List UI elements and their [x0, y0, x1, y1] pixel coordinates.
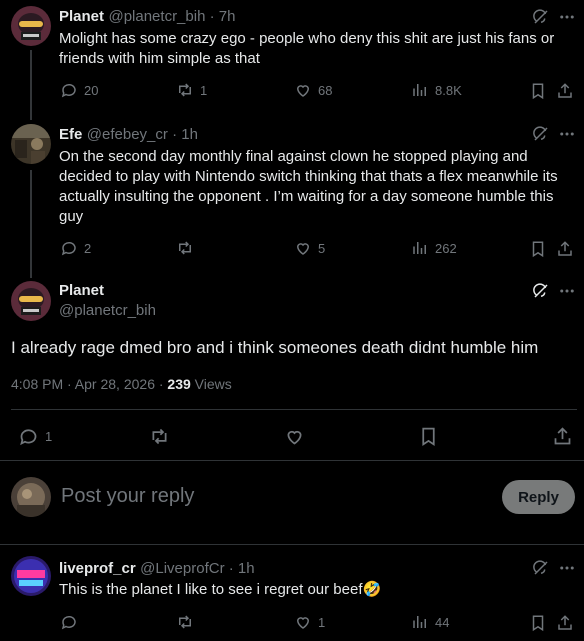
- author-name[interactable]: Planet: [59, 282, 104, 299]
- views-icon: [413, 84, 426, 96]
- post-text-wrapper: This is the planet I like to see i regre…: [59, 580, 569, 600]
- reply-input[interactable]: Post your reply: [61, 485, 194, 508]
- retweet-icon: [179, 241, 191, 255]
- reply-count: 1: [45, 429, 53, 444]
- retweet-count: 1: [200, 82, 208, 98]
- retweet-button[interactable]: [176, 613, 194, 631]
- reply-icon: [61, 615, 76, 630]
- author-name[interactable]: Planet: [59, 8, 104, 25]
- reply-count: 2: [84, 240, 92, 256]
- views-count: 8.8K: [435, 82, 462, 98]
- like-icon: [296, 243, 310, 255]
- post-text: I already rage dmed bro and i think some…: [11, 338, 539, 357]
- like-button[interactable]: 68: [294, 81, 332, 99]
- like-button[interactable]: 1: [294, 613, 325, 631]
- separator-dot: ·: [205, 8, 219, 25]
- post-time[interactable]: 7h: [219, 8, 236, 25]
- tweet-header: Planet @planetcr_bih · 7h: [59, 8, 235, 26]
- author-handle[interactable]: @planetcr_bih: [59, 302, 156, 319]
- like-count: 1: [318, 614, 326, 630]
- share-icon[interactable]: [555, 239, 575, 259]
- retweet-icon[interactable]: [148, 425, 170, 447]
- tweet-header: liveprof_cr @LiveprofCr · 1h: [59, 560, 255, 578]
- reply-button[interactable]: 1: [18, 426, 52, 447]
- post-text: Molight has some crazy ego - people who …: [59, 30, 555, 67]
- views-count: 44: [435, 614, 450, 630]
- divider: [0, 460, 584, 461]
- author-name[interactable]: liveprof_cr: [59, 560, 136, 577]
- more-icon[interactable]: [557, 281, 577, 301]
- bookmark-icon[interactable]: [417, 425, 439, 447]
- more-icon[interactable]: [557, 558, 577, 578]
- like-icon: [296, 85, 310, 97]
- like-icon[interactable]: [283, 425, 305, 447]
- avatar[interactable]: [11, 281, 51, 321]
- grok-icon[interactable]: [531, 7, 551, 27]
- post-text: This is the planet I like to see i regre…: [59, 581, 363, 598]
- views-label: Views: [190, 376, 232, 392]
- thread-line-1: [30, 50, 32, 120]
- like-icon: [296, 617, 310, 629]
- share-icon[interactable]: [555, 81, 575, 101]
- reply-icon: [61, 83, 76, 98]
- retweet-button[interactable]: [176, 239, 194, 257]
- bookmark-icon[interactable]: [528, 239, 548, 259]
- reply-button[interactable]: [60, 613, 78, 631]
- more-icon[interactable]: [557, 124, 577, 144]
- separator-dot: ·: [224, 560, 238, 577]
- author-name[interactable]: Efe: [59, 126, 82, 143]
- thread-line-2: [30, 170, 32, 278]
- reply-icon: [20, 429, 37, 446]
- views-icon: [413, 616, 426, 628]
- author-handle[interactable]: @LiveprofCr: [140, 560, 224, 577]
- avatar[interactable]: [11, 556, 51, 596]
- like-count: 5: [318, 240, 326, 256]
- reply-icon: [61, 241, 76, 256]
- bookmark-icon[interactable]: [528, 81, 548, 101]
- more-icon[interactable]: [557, 7, 577, 27]
- views-button[interactable]: 8.8K: [411, 81, 462, 99]
- retweet-button[interactable]: 1: [176, 81, 207, 99]
- author-handle[interactable]: @efebey_cr: [87, 126, 168, 143]
- views-icon: [413, 242, 426, 254]
- reply-button-label: Reply: [518, 488, 559, 506]
- grok-icon[interactable]: [531, 281, 551, 301]
- post-time[interactable]: 1h: [238, 560, 255, 577]
- reply-count: 20: [84, 82, 99, 98]
- share-icon[interactable]: [551, 425, 573, 447]
- reply-button[interactable]: 20: [60, 81, 98, 99]
- author-handle[interactable]: @planetcr_bih: [108, 8, 205, 25]
- share-icon[interactable]: [555, 613, 575, 633]
- views-count: 239: [167, 376, 191, 392]
- post-timestamp[interactable]: 4:08 PM · Apr 28, 2026 ·: [11, 376, 167, 392]
- avatar[interactable]: [11, 477, 51, 517]
- views-button[interactable]: 44: [411, 613, 449, 631]
- divider: [0, 544, 584, 545]
- grok-icon[interactable]: [531, 124, 551, 144]
- grok-icon[interactable]: [531, 558, 551, 578]
- reply-button[interactable]: Reply: [502, 480, 575, 514]
- post-metadata: 4:08 PM · Apr 28, 2026 · 239 Views: [11, 376, 232, 392]
- views-count: 262: [435, 240, 457, 256]
- post-text: On the second day monthly final against …: [59, 148, 558, 225]
- avatar[interactable]: [11, 6, 51, 46]
- reply-button[interactable]: 2: [60, 239, 91, 257]
- retweet-icon: [179, 83, 191, 97]
- divider: [11, 409, 577, 410]
- like-count: 68: [318, 82, 333, 98]
- bookmark-icon[interactable]: [528, 613, 548, 633]
- laughing-emoji-icon: 🤣: [362, 581, 382, 598]
- separator-dot: ·: [167, 126, 182, 143]
- retweet-icon: [179, 615, 191, 629]
- views-button[interactable]: 262: [411, 239, 457, 257]
- like-button[interactable]: 5: [294, 239, 325, 257]
- avatar[interactable]: [11, 124, 51, 164]
- post-time[interactable]: 1h: [181, 126, 198, 143]
- tweet-header: Efe @efebey_cr · 1h: [59, 126, 198, 144]
